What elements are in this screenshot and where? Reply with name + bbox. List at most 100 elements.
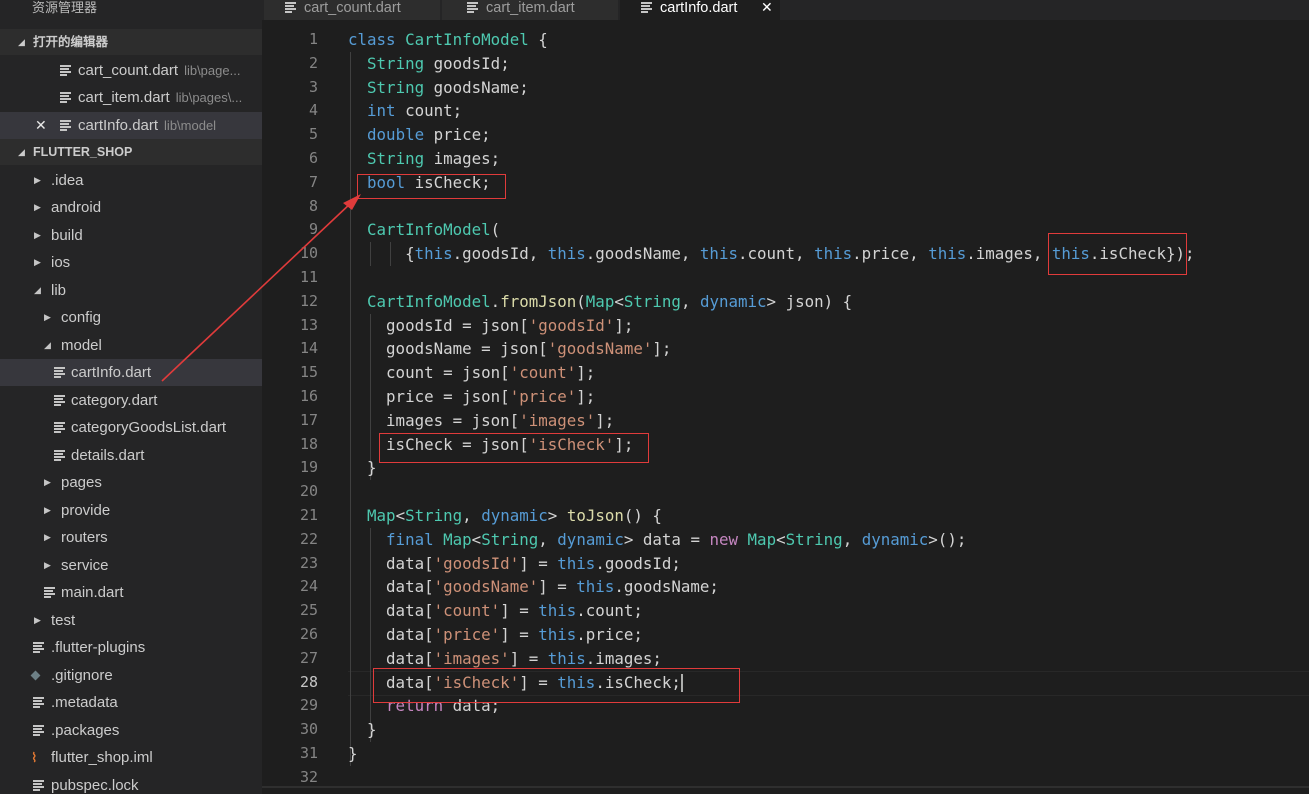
code-token: goodsId = json[	[348, 315, 529, 335]
code-line[interactable]: data['goodsName'] = this.goodsName;	[348, 575, 719, 599]
tree-item-category[interactable]: category.dart	[0, 387, 262, 414]
code-token: {	[348, 244, 415, 264]
tree-item-test[interactable]: ▶ test	[0, 607, 262, 634]
tree-item-provide[interactable]: ▶ provide	[0, 497, 262, 524]
code-token: .goodsId;	[595, 553, 681, 573]
code-line[interactable]: data['count'] = this.count;	[348, 599, 643, 623]
close-icon[interactable]: ✕	[35, 112, 47, 139]
code-line[interactable]: }	[348, 456, 377, 480]
tree-item-service[interactable]: ▶ service	[0, 552, 262, 579]
tree-item-lib[interactable]: ◢ lib	[0, 277, 262, 304]
tree-item-ios[interactable]: ▶ ios	[0, 249, 262, 276]
open-editor-cart-item[interactable]: cart_item.dart lib\pages\...	[0, 84, 262, 111]
open-editor-name: cartInfo.dart	[78, 117, 159, 134]
code-token: data[	[348, 601, 434, 621]
tree-item-label: provide	[61, 502, 111, 519]
tab-cartinfo[interactable]: cartInfo.dart ✕	[620, 0, 780, 20]
open-editor-cart-count[interactable]: cart_count.dart lib\page...	[0, 57, 262, 84]
code-line[interactable]: data['price'] = this.price;	[348, 623, 643, 647]
code-token: 'images'	[433, 648, 510, 668]
line-number: 5	[308, 125, 318, 144]
tree-item-details[interactable]: details.dart	[0, 442, 262, 469]
code-line[interactable]: String goodsId;	[348, 52, 510, 76]
line-number: 25	[299, 601, 318, 620]
code-token: > data =	[623, 529, 710, 549]
code-token: int	[367, 101, 396, 121]
code-line[interactable]: CartInfoModel(	[348, 218, 500, 242]
tab-cart-item[interactable]: cart_item.dart	[442, 0, 618, 20]
code-token: price = json[	[348, 387, 510, 406]
code-token: ] =	[500, 625, 539, 644]
tree-item-android[interactable]: ▶ android	[0, 194, 262, 221]
code-editor[interactable]: 1 2 3 4 5 6 7 8 9 10 11 12 13 14 15 16 17 18 19 20 21 22 23 24 2…	[262, 28, 1309, 794]
code-token: Map	[585, 291, 615, 311]
file-icon	[467, 2, 478, 13]
tree-item-cartinfo[interactable]: cartInfo.dart	[0, 359, 262, 386]
line-number: 23	[299, 553, 318, 572]
tree-item-flutter-plugins[interactable]: .flutter-plugins	[0, 634, 262, 661]
code-line[interactable]: count = json['count'];	[348, 361, 595, 385]
code-token: .count,	[737, 244, 815, 264]
code-token: class	[348, 30, 396, 49]
file-icon	[285, 2, 296, 13]
open-editors-header[interactable]: ◢ 打开的编辑器	[0, 29, 262, 55]
line-number: 15	[299, 363, 318, 382]
open-editor-path: lib\pages\...	[175, 90, 243, 105]
tree-item-gitignore[interactable]: .gitignore	[0, 662, 262, 689]
tree-item-flutter-shop-iml[interactable]: ⌇ flutter_shop.iml	[0, 744, 262, 771]
project-header[interactable]: ◢ FLUTTER_SHOP	[0, 139, 262, 165]
tree-item-idea[interactable]: ▶ .idea	[0, 167, 262, 194]
code-line[interactable]: double price;	[348, 123, 491, 147]
tree-item-main[interactable]: main.dart	[0, 579, 262, 606]
code-line[interactable]: String goodsName;	[348, 76, 529, 100]
code-token: ];	[576, 387, 596, 406]
code-line[interactable]: data['goodsId'] = this.goodsId;	[348, 552, 681, 576]
chevron-down-icon: ◢	[34, 285, 41, 295]
close-icon[interactable]: ✕	[761, 0, 773, 15]
code-token: data[	[348, 648, 434, 668]
code-line[interactable]: CartInfoModel.fromJson(Map<String, dynam…	[348, 290, 852, 314]
line-number: 20	[299, 482, 318, 501]
code-token: Map	[747, 529, 777, 549]
tree-item-label: flutter_shop.iml	[51, 749, 153, 766]
code-line[interactable]: goodsId = json['goodsId'];	[348, 314, 633, 338]
tab-cart-count[interactable]: cart_count.dart	[264, 0, 440, 20]
tree-item-pubspec-lock[interactable]: pubspec.lock	[0, 772, 262, 794]
chevron-down-icon: ◢	[44, 340, 51, 350]
code-token: String	[481, 529, 539, 549]
code-token: ];	[614, 315, 634, 335]
tree-item-model[interactable]: ◢ model	[0, 332, 262, 359]
tree-item-config[interactable]: ▶ config	[0, 304, 262, 331]
line-number: 13	[299, 315, 318, 334]
tree-item-packages[interactable]: .packages	[0, 717, 262, 744]
line-number: 22	[299, 529, 318, 548]
code-token: fromJson	[500, 291, 577, 311]
tree-item-build[interactable]: ▶ build	[0, 222, 262, 249]
code-line[interactable]: class CartInfoModel {	[348, 28, 548, 52]
code-token: }	[348, 720, 377, 740]
tree-item-routers[interactable]: ▶ routers	[0, 524, 262, 551]
code-line[interactable]: final Map<String, dynamic> data = new Ma…	[348, 528, 966, 552]
tree-item-pages[interactable]: ▶ pages	[0, 469, 262, 496]
code-line[interactable]: }	[348, 718, 377, 742]
code-line[interactable]: images = json['images'];	[348, 409, 614, 433]
tree-item-category-goods-list[interactable]: categoryGoodsList.dart	[0, 414, 262, 441]
code-line[interactable]: goodsName = json['goodsName'];	[348, 337, 671, 361]
code-token: Map	[367, 506, 396, 525]
code-line[interactable]: String images;	[348, 147, 500, 171]
code-line[interactable]: Map<String, dynamic> toJson() {	[348, 504, 662, 528]
code-token: dynamic	[557, 529, 624, 549]
code-line[interactable]: price = json['price'];	[348, 385, 595, 409]
code-line[interactable]: }	[348, 742, 358, 766]
open-editor-cartinfo[interactable]: ✕ cartInfo.dart lib\model	[0, 112, 262, 139]
code-line[interactable]: int count;	[348, 99, 462, 123]
code-token: ,	[462, 506, 482, 525]
tree-item-metadata[interactable]: .metadata	[0, 689, 262, 716]
code-token: 'images'	[519, 410, 596, 430]
code-token: ] =	[500, 601, 539, 621]
tree-item-label: android	[51, 199, 102, 216]
code-token: dynamic	[481, 506, 548, 525]
